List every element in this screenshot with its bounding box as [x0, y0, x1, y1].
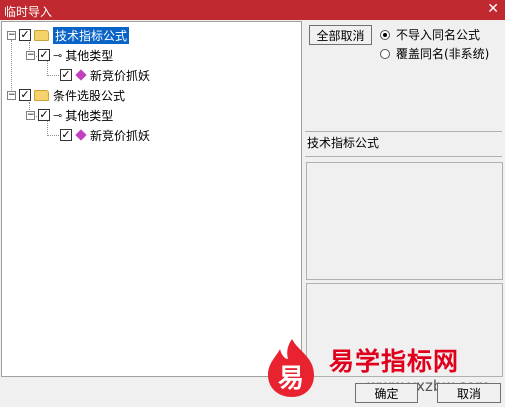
- folder-icon: [34, 29, 49, 41]
- cancel-button[interactable]: 取消: [437, 383, 501, 403]
- tree-node-label: 新竞价抓妖: [90, 128, 151, 143]
- checkbox[interactable]: ✓: [19, 89, 31, 101]
- checkbox[interactable]: ✓: [60, 129, 72, 141]
- watermark-logo-icon: 易: [268, 339, 314, 397]
- collapse-icon[interactable]: −: [26, 110, 35, 120]
- key-icon: ⊸: [53, 108, 63, 122]
- tree-line: [47, 135, 59, 136]
- tree-node-other-type[interactable]: − ✓ ⊸ 其他类型: [26, 106, 113, 124]
- no-import-option[interactable]: 不导入同名公式: [380, 26, 480, 43]
- tree-node-label: 新竞价抓妖: [90, 68, 151, 83]
- radio-button[interactable]: [380, 29, 390, 40]
- checkbox[interactable]: ✓: [38, 49, 50, 61]
- formula-tree[interactable]: − ✓ 技术指标公式 − ✓ ⊸ 其他类型 ✓ 新竞价抓妖 − ✓ 条件选股公式…: [1, 21, 302, 377]
- tree-node-formula[interactable]: ✓ 新竞价抓妖: [60, 66, 150, 84]
- formula-icon: [75, 69, 87, 81]
- svg-text:易: 易: [278, 364, 304, 394]
- collapse-icon[interactable]: −: [26, 50, 35, 60]
- tree-node-label: 技术指标公式: [53, 26, 130, 44]
- key-icon: ⊸: [53, 48, 63, 62]
- checkbox[interactable]: ✓: [38, 109, 50, 121]
- ok-button[interactable]: 确定: [355, 383, 418, 403]
- overwrite-option[interactable]: 覆盖同名(非系统): [380, 45, 489, 62]
- tree-node-label: 其他类型: [65, 108, 114, 123]
- tree-node-other-type[interactable]: − ✓ ⊸ 其他类型: [26, 46, 113, 64]
- cancel-all-button[interactable]: 全部取消: [309, 25, 372, 45]
- description-panel: [306, 162, 503, 280]
- collapse-icon[interactable]: −: [7, 90, 16, 100]
- tree-line: [47, 75, 59, 76]
- folder-icon: [34, 89, 49, 101]
- watermark-text: 易学指标网: [329, 347, 460, 376]
- tree-node-stock-screening[interactable]: − ✓ 条件选股公式: [7, 86, 125, 104]
- formula-icon: [75, 129, 87, 141]
- tree-node-indicator-formulas[interactable]: − ✓ 技术指标公式: [7, 26, 130, 44]
- checkbox[interactable]: ✓: [19, 29, 31, 41]
- collapse-icon[interactable]: −: [7, 30, 16, 40]
- tree-node-label: 其他类型: [65, 48, 114, 63]
- radio-label: 不导入同名公式: [396, 28, 481, 42]
- tree-node-label: 条件选股公式: [53, 88, 126, 103]
- window-title: 临时导入: [4, 5, 53, 19]
- formula-type-text: 技术指标公式: [307, 136, 380, 150]
- title-bar: 临时导入 ✕: [0, 0, 505, 20]
- checkbox[interactable]: ✓: [60, 69, 72, 81]
- radio-button[interactable]: [380, 48, 390, 59]
- formula-type-panel: 技术指标公式: [305, 131, 502, 157]
- tree-node-formula[interactable]: ✓ 新竞价抓妖: [60, 126, 150, 144]
- radio-label: 覆盖同名(非系统): [396, 47, 490, 61]
- close-icon[interactable]: ✕: [487, 1, 499, 17]
